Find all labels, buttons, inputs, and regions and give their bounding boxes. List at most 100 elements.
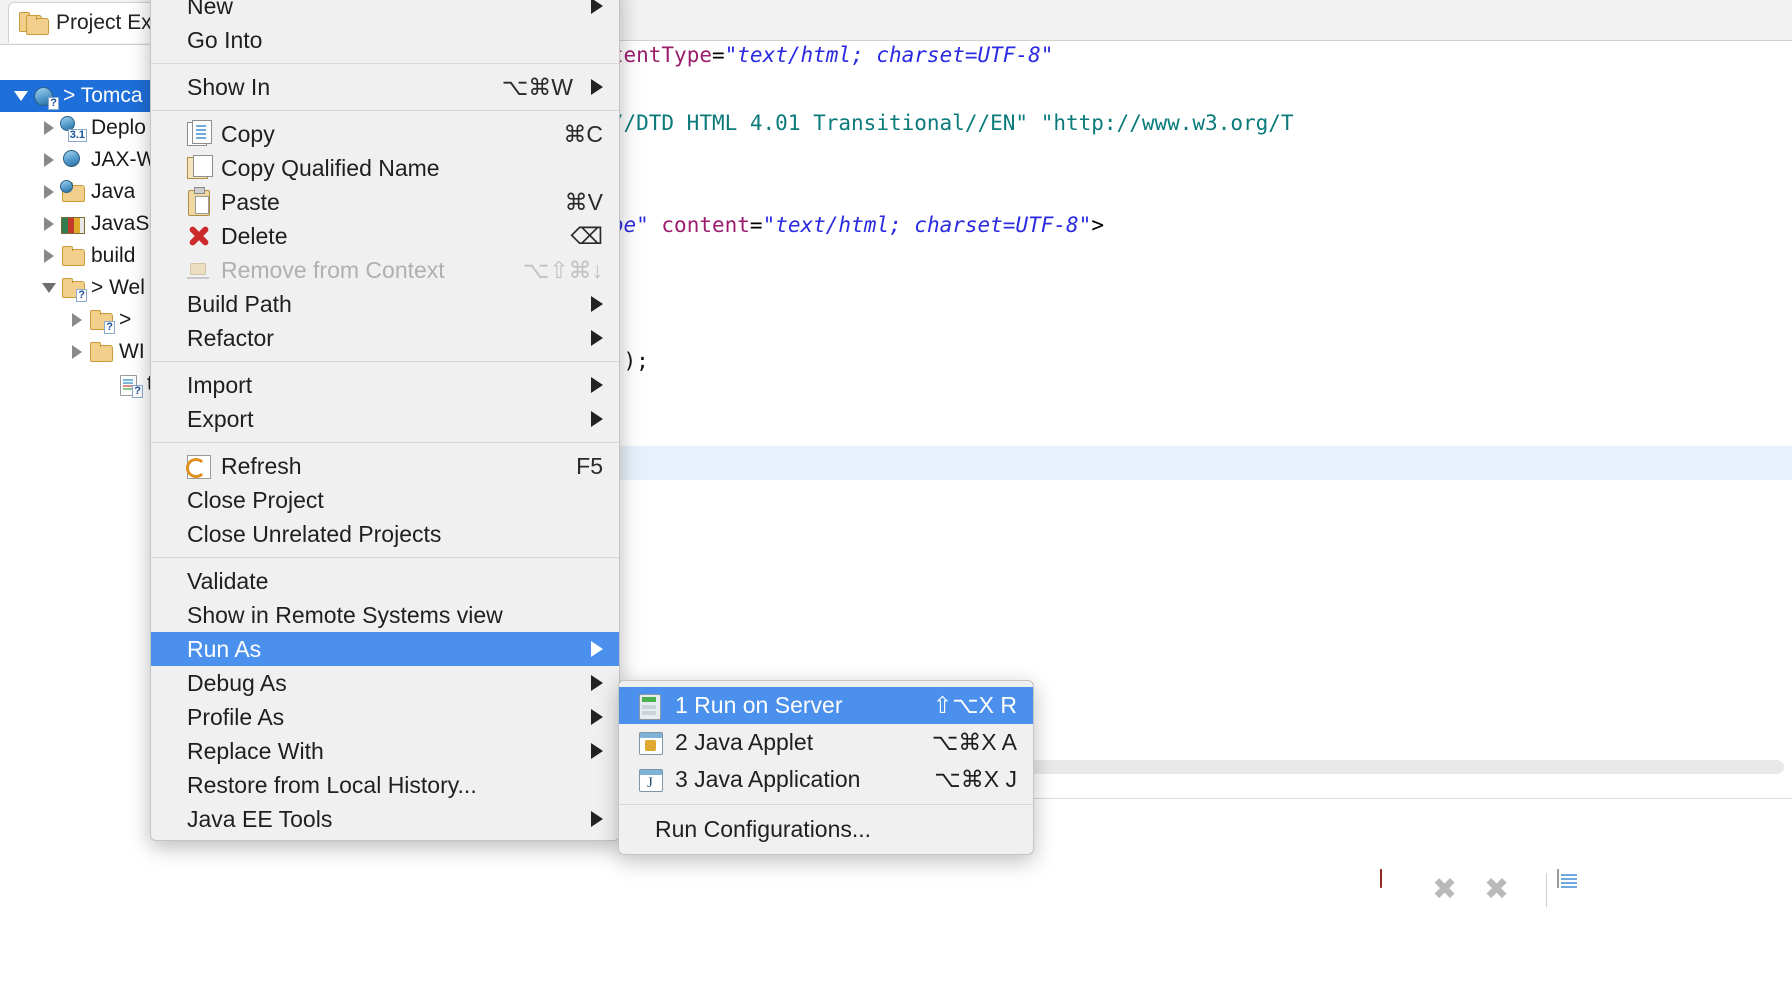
menu-item-label: Show In [187,74,478,101]
horizontal-scrollbar[interactable] [960,760,1784,774]
menu-item-label: Refresh [221,453,552,480]
no-arrow [94,373,116,395]
menu-item-shortcut: ⌘V [565,189,603,216]
menu-item-replace-with[interactable]: Replace With [151,734,619,768]
remove-launch-icon[interactable]: ✖ [1432,870,1472,910]
submenu-arrow-icon [591,675,603,691]
menu-item-java-ee-tools[interactable]: Java EE Tools [151,802,619,836]
jaxws-icon [60,148,86,172]
project-explorer-icon [19,11,47,35]
submenu-arrow-icon [591,79,603,95]
menu-item-label: Copy Qualified Name [221,155,603,182]
delete-icon [187,224,211,248]
menu-item-label: Run As [187,636,573,663]
code-token: = [750,213,763,237]
expand-arrow-icon[interactable] [66,309,88,331]
menu-item-debug-as[interactable]: Debug As [151,666,619,700]
submenu-item-3-java-application[interactable]: 3 Java Application⌥⌘X J [619,761,1033,798]
menu-item-run-as[interactable]: Run As [151,632,619,666]
submenu-item-label: 3 Java Application [675,766,914,793]
folder-icon [60,244,86,268]
expand-arrow-icon[interactable] [66,341,88,363]
submenu-arrow-icon [591,377,603,393]
code-token: content [661,213,750,237]
project-context-menu[interactable]: NewGo Into Show In⌥⌘W Copy⌘C Copy Qualified… [150,0,620,841]
submenu-item-2-java-applet[interactable]: 2 Java Applet⌥⌘X A [619,724,1033,761]
code-token: "text/html; charset=UTF-8" [763,213,1092,237]
console-toolbar[interactable]: ✖ ✖ [1380,860,1792,920]
menu-item-label: Show in Remote Systems view [187,602,603,629]
menu-item-label: Refactor [187,325,573,352]
expand-arrow-icon[interactable] [38,213,60,235]
javascript-icon [60,212,86,236]
menu-item-label: Remove from Context [221,257,499,284]
menu-item-restore-from-local-history[interactable]: Restore from Local History... [151,768,619,802]
tree-item-label: Deplo [91,116,146,140]
menu-item-paste[interactable]: Paste⌘V [151,185,619,219]
code-token: = [712,43,725,67]
run-as-submenu[interactable]: 1 Run on Server⇧⌥X R2 Java Applet⌥⌘X A3 … [618,680,1034,855]
expand-arrow-icon[interactable] [38,117,60,139]
copy-icon [187,122,211,146]
menu-item-label: Delete [221,223,546,250]
menu-item-label: Java EE Tools [187,806,573,833]
menu-item-close-unrelated-projects[interactable]: Close Unrelated Projects [151,517,619,551]
submenu-item-run-configurations[interactable]: Run Configurations... [619,811,1033,848]
menu-item-shortcut: ⌥⇧⌘↓ [523,257,603,284]
tree-item-label: > [119,308,131,332]
menu-item-export[interactable]: Export [151,402,619,436]
menu-item-show-in[interactable]: Show In⌥⌘W [151,70,619,104]
menu-item-shortcut: F5 [576,453,603,480]
menu-item-refactor[interactable]: Refactor [151,321,619,355]
tree-item-label: JavaS [91,212,149,236]
submenu-arrow-icon [591,296,603,312]
submenu-arrow-icon [591,743,603,759]
tree-item-label: Java [91,180,135,204]
tree-item-label: > Wel [91,276,145,300]
collapse-arrow-icon[interactable] [38,277,60,299]
submenu-item-shortcut: ⌥⌘X A [932,729,1017,756]
submenu-item-shortcut: ⇧⌥X R [933,692,1017,719]
collapse-arrow-icon[interactable] [10,85,32,107]
menu-item-refresh[interactable]: Refresh F5 [151,449,619,483]
menu-item-new[interactable]: New [151,0,619,23]
menu-item-label: Replace With [187,738,573,765]
eclipse-ide-window: Project Exp ?> Tomca3.1DeploJAX-WJava Ja… [0,0,1792,992]
menu-item-import[interactable]: Import [151,368,619,402]
terminate-icon[interactable] [1380,870,1420,910]
menu-item-copy-qualified-name[interactable]: Copy Qualified Name [151,151,619,185]
menu-item-copy[interactable]: Copy⌘C [151,117,619,151]
menu-item-label: Build Path [187,291,573,318]
java-applet-icon [637,731,663,755]
expand-arrow-icon[interactable] [38,181,60,203]
open-console-icon[interactable] [1557,870,1597,910]
remove-all-launches-icon[interactable]: ✖ [1484,870,1524,910]
menu-item-show-in-remote-systems-view[interactable]: Show in Remote Systems view [151,598,619,632]
submenu-arrow-icon [591,0,603,14]
menu-item-label: Close Unrelated Projects [187,521,603,548]
submenu-separator [619,804,1033,805]
menu-separator [151,110,619,111]
menu-item-profile-as[interactable]: Profile As [151,700,619,734]
menu-item-validate[interactable]: Validate [151,564,619,598]
jsp-file-icon: ? [116,372,142,396]
menu-item-close-project[interactable]: Close Project [151,483,619,517]
submenu-item-1-run-on-server[interactable]: 1 Run on Server ⇧⌥X R [619,687,1033,724]
submenu-arrow-icon [591,411,603,427]
menu-item-build-path[interactable]: Build Path [151,287,619,321]
submenu-item-label: 1 Run on Server [675,692,913,719]
menu-item-delete[interactable]: Delete⌫ [151,219,619,253]
expand-arrow-icon[interactable] [38,149,60,171]
web-project-icon: ? [32,84,58,108]
menu-item-label: Debug As [187,670,573,697]
menu-separator [151,361,619,362]
tree-item-label: > Tomca [63,84,143,108]
menu-item-go-into[interactable]: Go Into [151,23,619,57]
code-token: "http://www.w3.org/T [1041,111,1294,135]
menu-item-remove-from-context: Remove from Context ⌥⇧⌘↓ [151,253,619,287]
folder-q-icon: ? [60,276,86,300]
expand-arrow-icon[interactable] [38,245,60,267]
run-on-server-icon [637,694,663,718]
tree-item-label: JAX-W [91,148,156,172]
tree-item-label: WI [119,340,145,364]
